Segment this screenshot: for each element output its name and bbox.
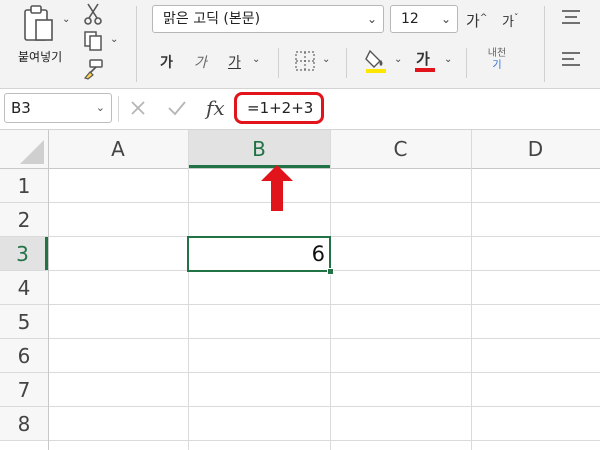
active-cell-b3[interactable]: 6 bbox=[187, 236, 331, 272]
grid-line bbox=[471, 130, 472, 450]
paste-icon[interactable] bbox=[22, 4, 56, 44]
align-top-icon[interactable] bbox=[560, 8, 582, 28]
column-header-a[interactable]: A bbox=[48, 130, 188, 168]
row-header-2[interactable]: 2 bbox=[0, 203, 48, 237]
paste-label[interactable]: 붙여넣기 bbox=[18, 48, 62, 65]
formula-bar-separator bbox=[118, 96, 119, 122]
ribbon-separator bbox=[544, 6, 545, 82]
fill-handle[interactable] bbox=[327, 268, 334, 275]
fill-color-dropdown-icon[interactable]: ⌄ bbox=[394, 54, 402, 65]
border-dropdown-icon[interactable]: ⌄ bbox=[322, 54, 330, 65]
row-header-3[interactable]: 3 bbox=[0, 237, 48, 271]
grid-line bbox=[0, 168, 600, 169]
font-color-dropdown-icon[interactable]: ⌄ bbox=[444, 54, 452, 65]
phonetic-label: 내천 bbox=[487, 48, 507, 59]
copy-icon[interactable] bbox=[82, 30, 104, 52]
grid-line bbox=[0, 338, 600, 339]
ribbon-separator bbox=[278, 48, 279, 78]
row-header-7[interactable]: 7 bbox=[0, 373, 48, 407]
grid-line bbox=[0, 406, 600, 407]
font-color-swatch bbox=[415, 68, 435, 72]
chevron-down-icon: ⌄ bbox=[366, 12, 377, 26]
underline-dropdown-icon[interactable]: ⌄ bbox=[252, 54, 260, 65]
fill-color-icon[interactable] bbox=[364, 48, 388, 74]
active-cell-value: 6 bbox=[311, 242, 325, 266]
name-box[interactable]: B3 ⌄ bbox=[4, 93, 112, 123]
row-header-5[interactable]: 5 bbox=[0, 305, 48, 339]
select-all-corner[interactable] bbox=[0, 130, 48, 168]
font-size-select[interactable]: 12 ⌄ bbox=[390, 5, 458, 33]
grid-line bbox=[0, 372, 600, 373]
border-icon[interactable] bbox=[294, 50, 316, 72]
font-name-select[interactable]: 맑은 고딕 (본문) ⌄ bbox=[152, 5, 384, 33]
grid-line bbox=[188, 130, 189, 450]
format-painter-icon[interactable] bbox=[82, 58, 104, 80]
phonetic-sub: 기 bbox=[492, 60, 502, 71]
cancel-icon[interactable] bbox=[128, 98, 148, 118]
grid-line bbox=[0, 202, 600, 203]
italic-button[interactable]: 가 bbox=[194, 52, 207, 72]
phonetic-guide-button[interactable]: 내천 기 bbox=[482, 48, 512, 76]
column-header-d[interactable]: D bbox=[471, 130, 600, 168]
grid-line bbox=[0, 304, 600, 305]
font-color-button[interactable]: 가 bbox=[415, 48, 435, 72]
ribbon-separator bbox=[466, 48, 467, 78]
row-header-4[interactable]: 4 bbox=[0, 271, 48, 305]
ribbon-separator bbox=[136, 6, 137, 82]
row-header-8[interactable]: 8 bbox=[0, 407, 48, 441]
row-header-6[interactable]: 6 bbox=[0, 339, 48, 373]
paste-dropdown-icon[interactable]: ⌄ bbox=[62, 14, 70, 25]
chevron-down-icon: ⌄ bbox=[440, 12, 451, 26]
grid-line bbox=[0, 440, 600, 441]
bold-button[interactable]: 가 bbox=[160, 52, 173, 72]
chevron-down-icon: ⌄ bbox=[95, 101, 105, 114]
red-arrow-annotation bbox=[260, 164, 294, 212]
name-box-value: B3 bbox=[11, 99, 31, 117]
underline-button[interactable]: 가 bbox=[228, 52, 241, 72]
decrease-font-size-button[interactable]: 가ˇ bbox=[502, 11, 518, 30]
ribbon-separator bbox=[346, 48, 347, 78]
formula-input[interactable]: =1+2+3 bbox=[234, 92, 324, 124]
grid-line bbox=[48, 130, 49, 450]
column-header-c[interactable]: C bbox=[330, 130, 471, 168]
worksheet-grid[interactable]: A B C D 1 2 3 4 5 6 7 8 6 bbox=[0, 130, 600, 450]
enter-check-icon[interactable] bbox=[166, 98, 188, 118]
align-left-icon[interactable] bbox=[560, 50, 582, 70]
font-size-value: 12 bbox=[401, 11, 419, 27]
formula-value: =1+2+3 bbox=[247, 99, 314, 117]
copy-dropdown-icon[interactable]: ⌄ bbox=[110, 34, 118, 45]
cut-icon[interactable] bbox=[82, 2, 104, 26]
font-name-value: 맑은 고딕 (본문) bbox=[163, 11, 261, 27]
row-header-1[interactable]: 1 bbox=[0, 169, 48, 203]
increase-font-size-button[interactable]: 가^ bbox=[466, 10, 487, 31]
insert-function-icon[interactable]: fx bbox=[206, 96, 225, 120]
grid-line bbox=[330, 130, 331, 450]
column-header-b[interactable]: B bbox=[188, 130, 330, 168]
